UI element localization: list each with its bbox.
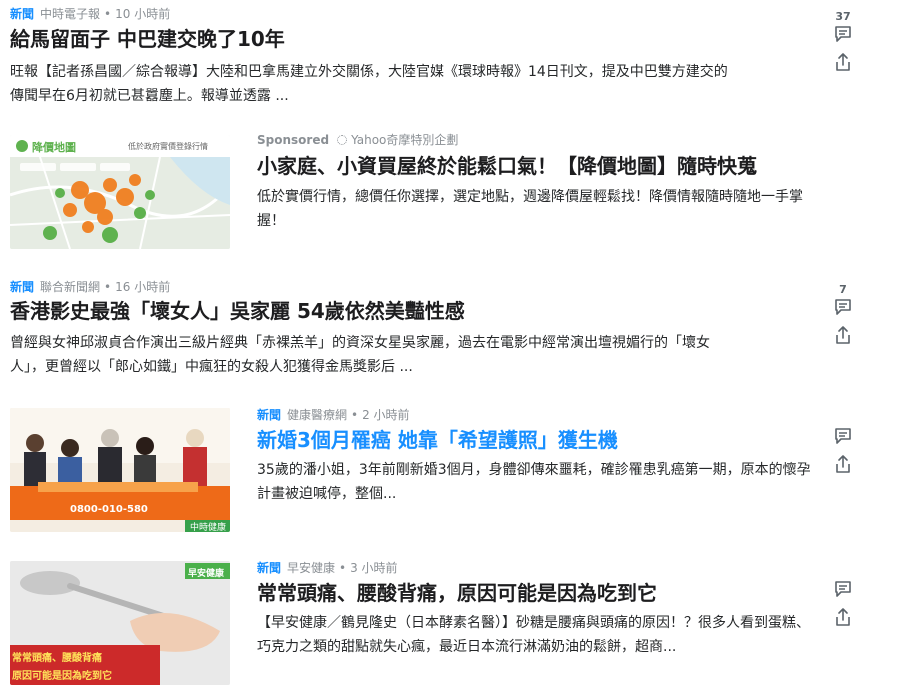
- comment-icon[interactable]: [833, 579, 853, 599]
- thumb-brand: 早安健康: [188, 569, 225, 579]
- time-label: 16 小時前: [115, 280, 171, 294]
- sponsored-label: Sponsored: [257, 133, 330, 147]
- article-title[interactable]: 新婚3個月罹癌 她靠「希望護照」獲生機: [257, 427, 618, 453]
- comment-icon[interactable]: [833, 24, 853, 44]
- time-label: 10 小時前: [115, 7, 171, 21]
- item-meta: 新聞 聯合新聞網 • 16 小時前: [10, 280, 171, 294]
- comment-icon[interactable]: [833, 426, 853, 446]
- article-summary: 【早安健康／鶴見隆史（日本酵素名醫）】砂糖是腰痛與頭痛的原因！？很多人看到蛋糕、…: [257, 615, 810, 655]
- time-label: 3 小時前: [350, 561, 398, 575]
- feed-item[interactable]: 新聞 聯合新聞網 • 16 小時前 香港影史最強「壞女人」吳家麗 54歲依然美豔性感 …: [0, 275, 900, 390]
- category-label[interactable]: 新聞: [257, 408, 281, 422]
- item-actions: 37: [832, 10, 854, 72]
- time-label: 2 小時前: [362, 408, 410, 422]
- comment-count: 7: [839, 283, 847, 296]
- category-label[interactable]: 新聞: [257, 561, 281, 575]
- spoon-photo[interactable]: 早安健康 常常頭痛、腰酸背痛 原因可能是因為吃到它: [10, 561, 230, 685]
- comment-count: [832, 412, 854, 426]
- comment-count: [832, 565, 854, 579]
- thumb-logo: 降價地圖: [32, 141, 76, 154]
- article-title[interactable]: 給馬留面子 中巴建交晚了10年: [10, 26, 285, 52]
- item-meta: Sponsored Yahoo奇摩特別企劃: [257, 131, 458, 148]
- event-photo[interactable]: 0800-010-580 中時健康: [10, 408, 230, 532]
- ad-icon: [337, 135, 348, 145]
- item-meta: 新聞 早安健康 • 3 小時前: [257, 561, 398, 575]
- article-summary: 曾經與女神邱淑貞合作演出三級片經典「赤裸羔羊」的資深女星吳家麗，過去在電影中經常…: [10, 335, 710, 375]
- article-title[interactable]: 香港影史最強「壞女人」吳家麗 54歲依然美豔性感: [10, 298, 465, 324]
- feed-item[interactable]: 新聞 中時電子報 • 10 小時前 給馬留面子 中巴建交晚了10年 旺報【記者孫昌國／…: [0, 0, 900, 115]
- category-label[interactable]: 新聞: [10, 7, 34, 21]
- item-meta: 新聞 中時電子報 • 10 小時前: [10, 7, 171, 21]
- feed-item[interactable]: 早安健康 常常頭痛、腰酸背痛 原因可能是因為吃到它 新聞 早安健康 • 3 小時前 常…: [0, 553, 900, 700]
- comment-count: 37: [835, 10, 851, 23]
- thumb-tag: 中時健康: [190, 523, 227, 532]
- item-actions: [832, 412, 854, 474]
- article-title[interactable]: 常常頭痛、腰酸背痛，原因可能是因為吃到它: [257, 580, 657, 606]
- thumb-banner-phone: 0800-010-580: [70, 504, 148, 515]
- map-thumbnail[interactable]: 降價地圖 低於政府實價登錄行情: [10, 135, 230, 249]
- source-label: 中時電子報: [40, 7, 101, 21]
- item-actions: [832, 565, 854, 627]
- thumb-line2: 原因可能是因為吃到它: [12, 671, 112, 682]
- article-summary: 35歲的潘小姐，3年前剛新婚3個月，身體卻傳來噩耗，確診罹患乳癌第一期，原本的懷…: [257, 462, 811, 502]
- source-label: 健康醫療網: [287, 408, 348, 422]
- article-summary: 低於實價行情，總價任你選擇，選定地點，週邊降價屋輕鬆找！降價情報隨時隨地一手掌握…: [257, 189, 803, 229]
- item-actions: 7: [832, 283, 854, 345]
- feed-item[interactable]: 0800-010-580 中時健康 新聞 健康醫療網 • 2 小時前 新婚3個月罹癌 …: [0, 400, 900, 540]
- source-label: Yahoo奇摩特別企劃: [351, 133, 459, 147]
- item-meta: 新聞 健康醫療網 • 2 小時前: [257, 408, 410, 422]
- share-icon[interactable]: [833, 454, 853, 474]
- thumb-tag: 低於政府實價登錄行情: [128, 142, 208, 151]
- share-icon[interactable]: [833, 52, 853, 72]
- source-label: 早安健康: [287, 561, 336, 575]
- thumb-line1: 常常頭痛、腰酸背痛: [12, 653, 102, 664]
- share-icon[interactable]: [833, 607, 853, 627]
- share-icon[interactable]: [833, 325, 853, 345]
- article-title[interactable]: 小家庭、小資買屋終於能鬆口氣！【降價地圖】隨時快蒐: [257, 153, 757, 179]
- category-label[interactable]: 新聞: [10, 280, 34, 294]
- comment-icon[interactable]: [833, 297, 853, 317]
- article-summary: 旺報【記者孫昌國／綜合報導】大陸和巴拿馬建立外交關係，大陸官媒《環球時報》14日…: [10, 64, 728, 104]
- source-label: 聯合新聞網: [40, 280, 101, 294]
- sponsored-item[interactable]: 降價地圖 低於政府實價登錄行情 Sponsored Yahoo奇摩特別企劃 小家庭…: [0, 125, 900, 255]
